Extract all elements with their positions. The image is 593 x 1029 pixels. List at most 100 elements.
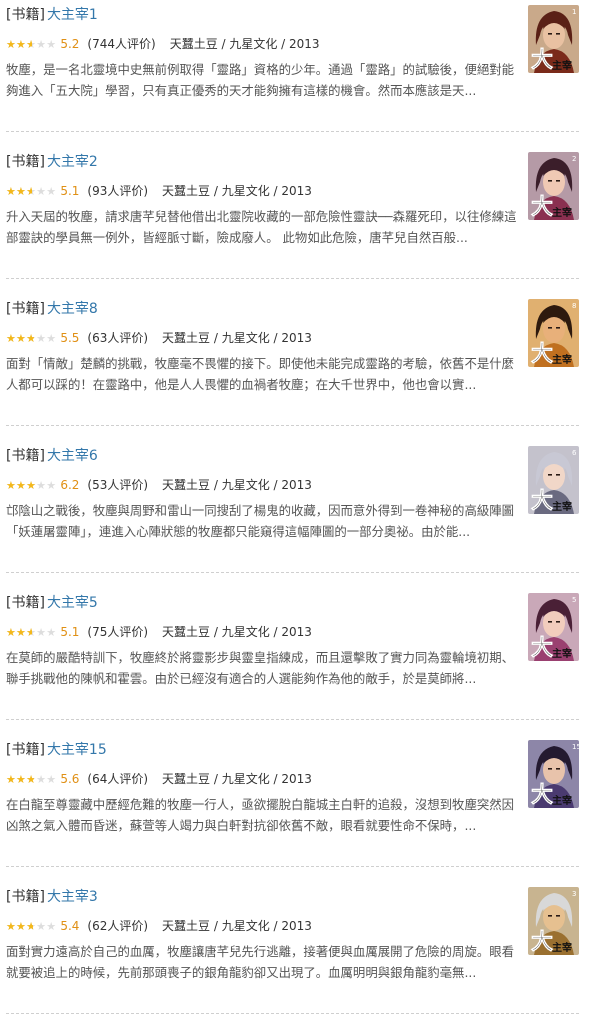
book-category: [书籍] [6, 742, 45, 758]
book-cover-image[interactable]: 大主宰 15 [528, 740, 579, 808]
book-list: [书籍]大主宰1 ★★★★★★★★★★5.2(744人评价)天蠶土豆 / 九星文… [0, 0, 593, 1019]
book-title-line: [书籍] 大主宰3 [6, 887, 98, 907]
svg-text:主宰: 主宰 [552, 794, 572, 807]
book-category: [书籍] [6, 595, 45, 611]
svg-text:主宰: 主宰 [552, 206, 572, 219]
rating-count: (744人评价) [87, 37, 156, 51]
publisher-info: 天蠶土豆 / 九星文化 / 2013 [162, 772, 312, 786]
item-separator [6, 572, 579, 573]
star-fill: ★★★★★ [6, 332, 34, 345]
rating-score: 5.5 [60, 331, 80, 345]
rating-count: (62人评价) [87, 919, 149, 933]
star-fill: ★★★★★ [6, 626, 32, 639]
book-cover-image[interactable]: 大主宰 2 [528, 152, 579, 220]
star-fill: ★★★★★ [6, 479, 37, 492]
book-item: [书籍]大主宰5 ★★★★★★★★★★5.1(75人评价)天蠶土豆 / 九星文化… [0, 588, 593, 735]
svg-text:主宰: 主宰 [552, 500, 572, 513]
svg-text:大: 大 [531, 782, 553, 808]
book-category: [书籍] [6, 889, 45, 905]
publisher-info: 天蠶土豆 / 九星文化 / 2013 [162, 919, 312, 933]
star-rating: ★★★★★★★★★★ [6, 918, 56, 936]
book-title-line: [书籍] 大主宰2 [6, 152, 98, 172]
book-title-link[interactable]: 大主宰1 [47, 7, 98, 23]
svg-text:大: 大 [531, 488, 553, 514]
svg-text:主宰: 主宰 [552, 941, 572, 954]
publisher-info: 天蠶土豆 / 九星文化 / 2013 [162, 478, 312, 492]
book-description: 邙陰山之戰後，牧塵與周野和雷山一同搜刮了楊鬼的收藏，因而意外得到一卷神秘的高級陣… [6, 503, 515, 539]
rating-count: (53人评价) [87, 478, 149, 492]
book-item: [书籍]大主宰1 ★★★★★★★★★★ 5.2 (744人评价) 天蠶土豆 / 九星文… [0, 0, 593, 147]
book-cover-image[interactable]: 大主宰 5 [528, 593, 579, 661]
svg-text:2: 2 [572, 155, 576, 163]
svg-text:大: 大 [531, 635, 553, 661]
svg-text:大: 大 [531, 929, 553, 955]
book-item: [书籍]大主宰2 ★★★★★★★★★★5.1(93人评价)天蠶土豆 / 九星文化… [0, 147, 593, 294]
svg-text:大: 大 [531, 341, 553, 367]
rating-count: (93人评价) [87, 184, 149, 198]
item-separator [6, 278, 579, 279]
star-fill: ★★★★★ [6, 773, 35, 786]
book-title-link[interactable]: 大主宰5 [47, 595, 98, 611]
star-rating: ★★★★★★★★★★ [6, 36, 56, 54]
svg-text:5: 5 [572, 596, 576, 604]
svg-text:1: 1 [572, 8, 576, 16]
book-title-line: [书籍] 大主宰8 [6, 299, 98, 319]
svg-text:主宰: 主宰 [552, 59, 572, 72]
rating-score: 5.4 [60, 919, 80, 933]
book-meta: ★★★★★★★★★★ 5.1 (75人评价) 天蠶土豆 / 九星文化 / 2013 [6, 623, 312, 642]
svg-text:6: 6 [572, 449, 577, 457]
book-title-link[interactable]: 大主宰2 [47, 154, 98, 170]
rating-count: (63人评价) [87, 331, 149, 345]
book-meta: ★★★★★★★★★★ 5.4 (62人评价) 天蠶土豆 / 九星文化 / 2013 [6, 917, 312, 936]
book-item: [书籍]大主宰8 ★★★★★★★★★★5.5(63人评价)天蠶土豆 / 九星文化… [0, 294, 593, 441]
svg-text:15: 15 [572, 743, 579, 751]
book-cover-image[interactable]: 大主宰 1 [528, 5, 579, 73]
book-category: [书籍] [6, 448, 45, 464]
book-title-line: [书籍] 大主宰6 [6, 446, 98, 466]
book-cover-image[interactable]: 大主宰 8 [528, 299, 579, 367]
item-separator [6, 425, 579, 426]
publisher-info: 天蠶土豆 / 九星文化 / 2013 [162, 331, 312, 345]
star-fill: ★★★★★ [6, 920, 34, 933]
rating-count: (75人评价) [87, 625, 149, 639]
star-rating: ★★★★★★★★★★ [6, 771, 56, 789]
book-category: [书籍] [6, 154, 45, 170]
publisher-info: 天蠶土豆 / 九星文化 / 2013 [162, 184, 312, 198]
star-rating: ★★★★★★★★★★ [6, 330, 56, 348]
svg-text:大: 大 [531, 194, 553, 220]
book-title-link[interactable]: 大主宰6 [47, 448, 98, 464]
book-cover-image[interactable]: 大主宰 6 [528, 446, 579, 514]
svg-text:主宰: 主宰 [552, 353, 572, 366]
book-title-link[interactable]: 大主宰8 [47, 301, 98, 317]
publisher-info: 天蠶土豆 / 九星文化 / 2013 [169, 37, 320, 51]
rating-score: 5.1 [60, 625, 80, 639]
book-cover-image[interactable]: 大主宰 3 [528, 887, 579, 955]
book-meta: ★★★★★★★★★★ 5.2 (744人评价) 天蠶土豆 / 九星文化 / 2013 [6, 35, 320, 54]
book-item: [书籍]大主宰15 ★★★★★★★★★★5.6(64人评价)天蠶土豆 / 九星文… [0, 735, 593, 882]
item-separator [6, 719, 579, 720]
star-rating: ★★★★★★★★★★ [6, 624, 56, 642]
book-description: 在莫師的嚴酷特訓下，牧塵終於將靈影步與靈皇指練成，而且還擊敗了實力同為靈輪境初期… [6, 650, 515, 686]
book-meta: ★★★★★★★★★★ 6.2 (53人评价) 天蠶土豆 / 九星文化 / 2013 [6, 476, 312, 495]
rating-score: 6.2 [60, 478, 80, 492]
book-description: 升入天屆的牧塵，請求唐芊兒替他借出北靈院收藏的一部危險性靈訣──森羅死印，以往修… [6, 209, 517, 245]
item-separator [6, 866, 579, 867]
book-category: [书籍] [6, 7, 45, 23]
book-title-line: [书籍] 大主宰1 [6, 5, 98, 25]
rating-score: 5.1 [60, 184, 80, 198]
book-title-line: [书籍] 大主宰15 [6, 740, 107, 760]
star-fill: ★★★★★ [6, 38, 33, 51]
book-title-link[interactable]: 大主宰3 [47, 889, 98, 905]
item-separator [6, 1013, 579, 1014]
book-category: [书籍] [6, 301, 45, 317]
rating-score: 5.2 [60, 37, 80, 51]
rating-score: 5.6 [60, 772, 80, 786]
book-meta: ★★★★★★★★★★ 5.1 (93人评价) 天蠶土豆 / 九星文化 / 2013 [6, 182, 312, 201]
svg-text:8: 8 [572, 302, 576, 310]
svg-text:3: 3 [572, 890, 576, 898]
book-title-link[interactable]: 大主宰15 [47, 742, 107, 758]
book-description: 牧塵，是一名北靈境中史無前例取得「靈路」資格的少年。通過「靈路」的試驗後，便絕對… [6, 62, 515, 98]
book-meta: ★★★★★★★★★★ 5.6 (64人评价) 天蠶土豆 / 九星文化 / 2013 [6, 770, 312, 789]
publisher-info: 天蠶土豆 / 九星文化 / 2013 [162, 625, 312, 639]
book-description: 面對「情敵」楚麟的挑戰，牧塵毫不畏懼的接下。即使他未能完成靈路的考驗，依舊不是什… [6, 356, 515, 392]
